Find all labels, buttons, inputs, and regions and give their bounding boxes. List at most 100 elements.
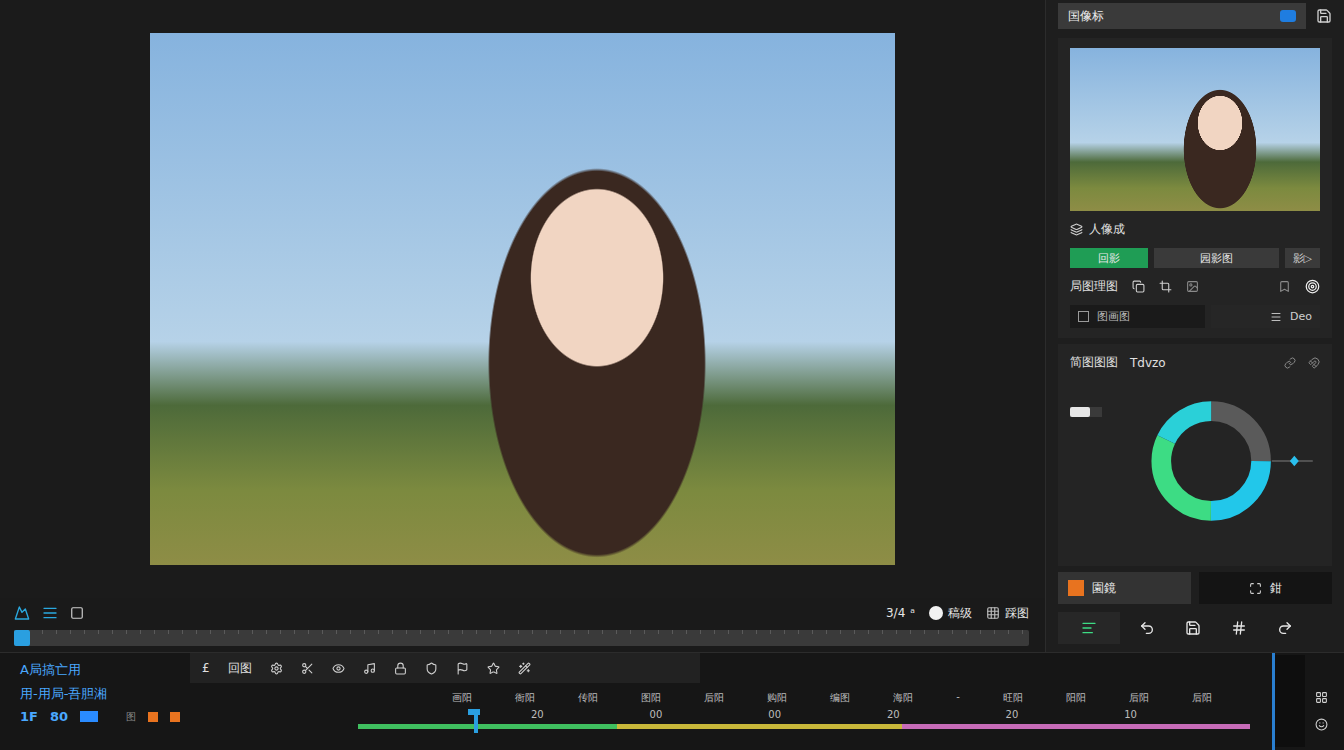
marker-icon [148, 712, 158, 722]
color-switch[interactable] [1070, 407, 1102, 417]
tool-tab[interactable] [1220, 612, 1258, 644]
time-labels: 200000202010 [358, 709, 1250, 720]
flag-icon[interactable] [456, 662, 469, 675]
image-icon[interactable] [1186, 280, 1199, 293]
clip-label: 人像成 [1089, 221, 1125, 238]
track-segment[interactable] [617, 724, 902, 729]
color-wheel[interactable] [1106, 381, 1320, 541]
tab-icon [1277, 620, 1293, 636]
crop-icon[interactable] [1159, 280, 1172, 293]
inspector-title[interactable]: 国像标 [1058, 3, 1306, 29]
quality-text: 稿级 [948, 605, 972, 622]
star-icon[interactable] [487, 662, 500, 675]
ruler-label: 阳阳 [1066, 691, 1086, 705]
next-button[interactable]: 影▷ [1285, 248, 1320, 268]
ruler-label: 编图 [830, 691, 850, 705]
action-label: 園鏡 [1092, 580, 1116, 597]
ratio-option[interactable]: 3/4ᵃ [886, 606, 915, 620]
value-field[interactable]: Deo [1211, 305, 1320, 328]
track-label[interactable]: A局搞亡用 [20, 661, 182, 679]
face-icon[interactable] [1315, 718, 1328, 731]
bars-icon[interactable] [42, 605, 58, 621]
badge-icon [1068, 580, 1084, 596]
target-icon[interactable] [1305, 279, 1320, 294]
square-icon[interactable] [70, 606, 84, 620]
color-title: 简图图图 [1070, 354, 1118, 371]
copy-icon[interactable] [1132, 280, 1145, 293]
tab-icon [1139, 620, 1155, 636]
clip-label-row: 人像成 [1070, 221, 1320, 238]
toolbar-label[interactable]: 回图 [228, 660, 252, 677]
settings-icon[interactable] [270, 662, 283, 675]
track-segment[interactable] [358, 724, 617, 729]
ruler-label: 后阳 [1129, 691, 1149, 705]
waveform-icon[interactable] [14, 605, 30, 621]
scrubber[interactable] [14, 630, 1029, 646]
grid-icon [986, 606, 1000, 620]
wheel-segment [1161, 411, 1261, 511]
preview-photo [150, 33, 895, 565]
field-value: Deo [1290, 310, 1312, 323]
mode-button[interactable]: 园影图 [1154, 248, 1279, 268]
action-button[interactable]: 鉗 [1199, 572, 1332, 604]
shield-icon[interactable] [425, 662, 438, 675]
toggle-icon[interactable] [1280, 10, 1296, 22]
editor-window: 3/4ᵃ稿级踩图国像标人像成回影园影图影▷局图理图图画图Deo简图图图Tdvzo… [0, 0, 1344, 750]
tool-tab[interactable] [1266, 612, 1304, 644]
playhead[interactable] [474, 709, 478, 733]
wheel-segment [1161, 411, 1261, 511]
main-area: 3/4ᵃ 稿级踩图 [0, 0, 1045, 652]
lock-icon[interactable] [394, 662, 407, 675]
magnet-icon[interactable] [1308, 357, 1320, 369]
time-label: 00 [650, 709, 663, 720]
tab-icon [1185, 620, 1201, 636]
save-icon[interactable] [1316, 8, 1332, 24]
wheel-segment [1161, 411, 1261, 511]
scrubber-head[interactable] [14, 630, 30, 646]
counter: 80 [50, 709, 68, 724]
clip-thumbnail [1070, 48, 1320, 211]
quality-option[interactable]: 稿级 [929, 605, 972, 622]
link-icon[interactable] [1284, 357, 1296, 369]
tool-prefix: £ [202, 661, 210, 675]
bookmark-icon[interactable] [1278, 280, 1291, 293]
tool-row: 局图理图 [1070, 278, 1320, 295]
wand-icon[interactable] [518, 662, 531, 675]
track-area: £回图画阳衙阳传阳图阳后阳购阳编图海阳-旺阳阳阳后阳后阳200000202010 [190, 653, 1272, 750]
tool-tab[interactable] [1058, 612, 1120, 644]
tool-tab[interactable] [1128, 612, 1166, 644]
track-label[interactable]: 用-用局-吾胆湘 [20, 685, 182, 703]
option-checkbox[interactable]: 图画图 [1070, 305, 1205, 328]
scissors-icon[interactable] [301, 662, 314, 675]
track-segment[interactable] [902, 724, 1250, 729]
ruler-label: 海阳 [893, 691, 913, 705]
tab-icon [1081, 620, 1097, 636]
dot-icon [929, 606, 943, 620]
side-icons [1315, 655, 1328, 750]
music-icon[interactable] [363, 662, 376, 675]
clip-card: 人像成回影园影图影▷ 局图理图图画图 Deo [1058, 38, 1332, 338]
eye-icon[interactable] [332, 662, 345, 675]
action-button[interactable]: 園鏡 [1058, 572, 1191, 604]
grid-icon[interactable] [1315, 691, 1328, 704]
tool-tab[interactable] [1174, 612, 1212, 644]
time-label: 20 [1006, 709, 1019, 720]
slider-thumb[interactable] [1290, 456, 1299, 467]
mode-buttons: 回影园影图影▷ [1070, 248, 1320, 268]
mode-button[interactable]: 回影 [1070, 248, 1148, 268]
layers-icon [1070, 223, 1083, 236]
ruler-label: 后阳 [1192, 691, 1212, 705]
option-row: 图画图 Deo [1070, 305, 1320, 328]
color-body [1070, 381, 1320, 541]
marker-icon [170, 712, 180, 722]
layout-option[interactable]: 踩图 [986, 605, 1029, 622]
time-area[interactable]: 200000202010 [358, 709, 1250, 729]
action-label: 鉗 [1270, 580, 1282, 597]
ruler-label: 后阳 [704, 691, 724, 705]
color-track [358, 724, 1250, 729]
time-label: 20 [887, 709, 900, 720]
time-label: 10 [1124, 709, 1137, 720]
checkbox[interactable] [1078, 311, 1089, 322]
menu-icon [1270, 311, 1282, 323]
counter: 1F [20, 709, 38, 724]
